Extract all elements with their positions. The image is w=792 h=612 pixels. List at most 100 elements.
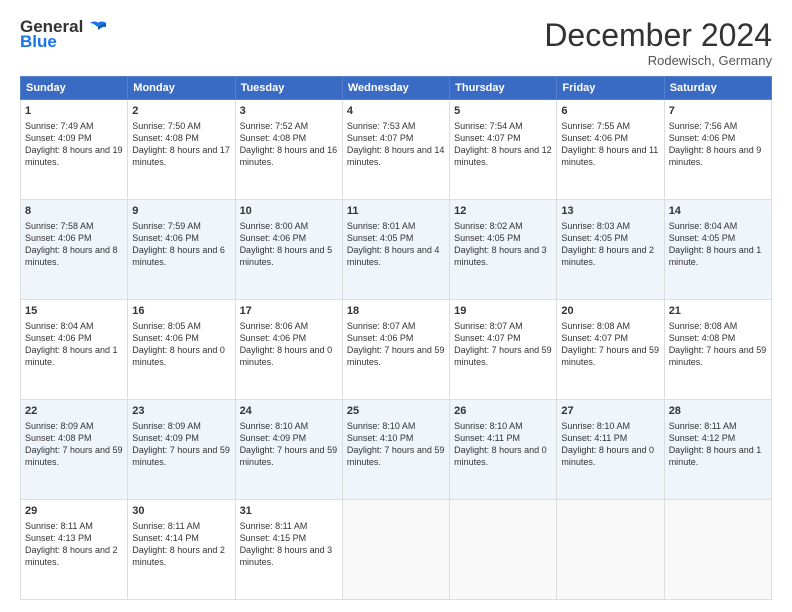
day-number: 14 [669, 204, 767, 219]
day-info: Sunrise: 7:49 AM [25, 120, 123, 132]
day-number: 11 [347, 204, 445, 219]
day-info: Sunrise: 8:11 AM [132, 520, 230, 532]
day-number: 27 [561, 404, 659, 419]
table-row: 1Sunrise: 7:49 AMSunset: 4:09 PMDaylight… [21, 100, 128, 200]
day-info: Sunrise: 8:02 AM [454, 220, 552, 232]
table-row: 6Sunrise: 7:55 AMSunset: 4:06 PMDaylight… [557, 100, 664, 200]
day-number: 21 [669, 304, 767, 319]
day-info: Sunrise: 8:11 AM [240, 520, 338, 532]
table-row: 20Sunrise: 8:08 AMSunset: 4:07 PMDayligh… [557, 300, 664, 400]
day-info: Sunset: 4:11 PM [454, 432, 552, 444]
day-info: Sunset: 4:15 PM [240, 532, 338, 544]
day-number: 16 [132, 304, 230, 319]
day-info: Sunset: 4:11 PM [561, 432, 659, 444]
day-info: Sunset: 4:07 PM [561, 332, 659, 344]
day-info: Sunset: 4:06 PM [132, 332, 230, 344]
table-row: 15Sunrise: 8:04 AMSunset: 4:06 PMDayligh… [21, 300, 128, 400]
table-row: 13Sunrise: 8:03 AMSunset: 4:05 PMDayligh… [557, 200, 664, 300]
day-info: Sunrise: 7:56 AM [669, 120, 767, 132]
calendar-week-row: 8Sunrise: 7:58 AMSunset: 4:06 PMDaylight… [21, 200, 772, 300]
day-number: 17 [240, 304, 338, 319]
day-info: Daylight: 7 hours and 59 minutes. [25, 444, 123, 468]
day-number: 10 [240, 204, 338, 219]
day-info: Sunrise: 7:50 AM [132, 120, 230, 132]
day-info: Sunset: 4:09 PM [132, 432, 230, 444]
day-number: 9 [132, 204, 230, 219]
day-info: Sunset: 4:10 PM [347, 432, 445, 444]
day-info: Sunrise: 8:10 AM [454, 420, 552, 432]
day-info: Sunset: 4:09 PM [25, 132, 123, 144]
day-number: 18 [347, 304, 445, 319]
calendar-week-row: 15Sunrise: 8:04 AMSunset: 4:06 PMDayligh… [21, 300, 772, 400]
table-row: 23Sunrise: 8:09 AMSunset: 4:09 PMDayligh… [128, 400, 235, 500]
table-row: 2Sunrise: 7:50 AMSunset: 4:08 PMDaylight… [128, 100, 235, 200]
day-info: Sunset: 4:06 PM [561, 132, 659, 144]
table-row: 30Sunrise: 8:11 AMSunset: 4:14 PMDayligh… [128, 500, 235, 600]
day-number: 24 [240, 404, 338, 419]
col-friday: Friday [557, 77, 664, 100]
day-info: Daylight: 8 hours and 19 minutes. [25, 144, 123, 168]
day-info: Sunset: 4:06 PM [347, 332, 445, 344]
day-info: Sunrise: 8:07 AM [454, 320, 552, 332]
day-info: Sunrise: 7:53 AM [347, 120, 445, 132]
col-thursday: Thursday [450, 77, 557, 100]
location-subtitle: Rodewisch, Germany [544, 53, 772, 68]
day-info: Daylight: 8 hours and 1 minute. [669, 244, 767, 268]
day-info: Daylight: 8 hours and 1 minute. [25, 344, 123, 368]
day-info: Daylight: 8 hours and 3 minutes. [240, 544, 338, 568]
day-info: Sunrise: 8:08 AM [561, 320, 659, 332]
title-area: December 2024 Rodewisch, Germany [544, 18, 772, 68]
day-info: Daylight: 8 hours and 14 minutes. [347, 144, 445, 168]
day-info: Sunset: 4:07 PM [454, 332, 552, 344]
day-number: 23 [132, 404, 230, 419]
calendar-header-row: Sunday Monday Tuesday Wednesday Thursday… [21, 77, 772, 100]
day-info: Daylight: 8 hours and 1 minute. [669, 444, 767, 468]
day-info: Sunrise: 7:59 AM [132, 220, 230, 232]
day-info: Daylight: 7 hours and 59 minutes. [454, 344, 552, 368]
day-number: 25 [347, 404, 445, 419]
table-row: 26Sunrise: 8:10 AMSunset: 4:11 PMDayligh… [450, 400, 557, 500]
day-info: Sunset: 4:13 PM [25, 532, 123, 544]
day-info: Sunset: 4:07 PM [454, 132, 552, 144]
day-number: 22 [25, 404, 123, 419]
day-info: Sunrise: 8:06 AM [240, 320, 338, 332]
table-row: 4Sunrise: 7:53 AMSunset: 4:07 PMDaylight… [342, 100, 449, 200]
col-saturday: Saturday [664, 77, 771, 100]
day-number: 1 [25, 104, 123, 119]
day-number: 7 [669, 104, 767, 119]
day-info: Sunset: 4:08 PM [669, 332, 767, 344]
table-row: 7Sunrise: 7:56 AMSunset: 4:06 PMDaylight… [664, 100, 771, 200]
table-row: 22Sunrise: 8:09 AMSunset: 4:08 PMDayligh… [21, 400, 128, 500]
day-info: Daylight: 7 hours and 59 minutes. [132, 444, 230, 468]
table-row: 21Sunrise: 8:08 AMSunset: 4:08 PMDayligh… [664, 300, 771, 400]
logo-bird-icon [89, 21, 107, 34]
day-info: Daylight: 8 hours and 2 minutes. [25, 544, 123, 568]
day-number: 28 [669, 404, 767, 419]
page: General Blue December 2024 Rodewisch, Ge… [0, 0, 792, 612]
table-row: 12Sunrise: 8:02 AMSunset: 4:05 PMDayligh… [450, 200, 557, 300]
calendar-week-row: 1Sunrise: 7:49 AMSunset: 4:09 PMDaylight… [21, 100, 772, 200]
table-row: 16Sunrise: 8:05 AMSunset: 4:06 PMDayligh… [128, 300, 235, 400]
day-info: Daylight: 7 hours and 59 minutes. [347, 344, 445, 368]
logo: General Blue [20, 18, 107, 52]
day-info: Daylight: 8 hours and 8 minutes. [25, 244, 123, 268]
day-info: Sunrise: 8:11 AM [25, 520, 123, 532]
day-info: Daylight: 7 hours and 59 minutes. [347, 444, 445, 468]
day-info: Sunset: 4:06 PM [240, 232, 338, 244]
day-info: Sunset: 4:05 PM [561, 232, 659, 244]
table-row: 14Sunrise: 8:04 AMSunset: 4:05 PMDayligh… [664, 200, 771, 300]
table-row: 3Sunrise: 7:52 AMSunset: 4:08 PMDaylight… [235, 100, 342, 200]
day-info: Sunrise: 7:54 AM [454, 120, 552, 132]
table-row [557, 500, 664, 600]
day-info: Daylight: 7 hours and 59 minutes. [240, 444, 338, 468]
day-info: Sunrise: 7:55 AM [561, 120, 659, 132]
day-info: Sunset: 4:06 PM [25, 232, 123, 244]
day-number: 20 [561, 304, 659, 319]
day-info: Sunrise: 8:09 AM [25, 420, 123, 432]
day-info: Sunset: 4:06 PM [669, 132, 767, 144]
day-info: Sunrise: 8:03 AM [561, 220, 659, 232]
month-title: December 2024 [544, 18, 772, 53]
day-info: Daylight: 8 hours and 17 minutes. [132, 144, 230, 168]
day-info: Sunrise: 8:11 AM [669, 420, 767, 432]
table-row: 19Sunrise: 8:07 AMSunset: 4:07 PMDayligh… [450, 300, 557, 400]
